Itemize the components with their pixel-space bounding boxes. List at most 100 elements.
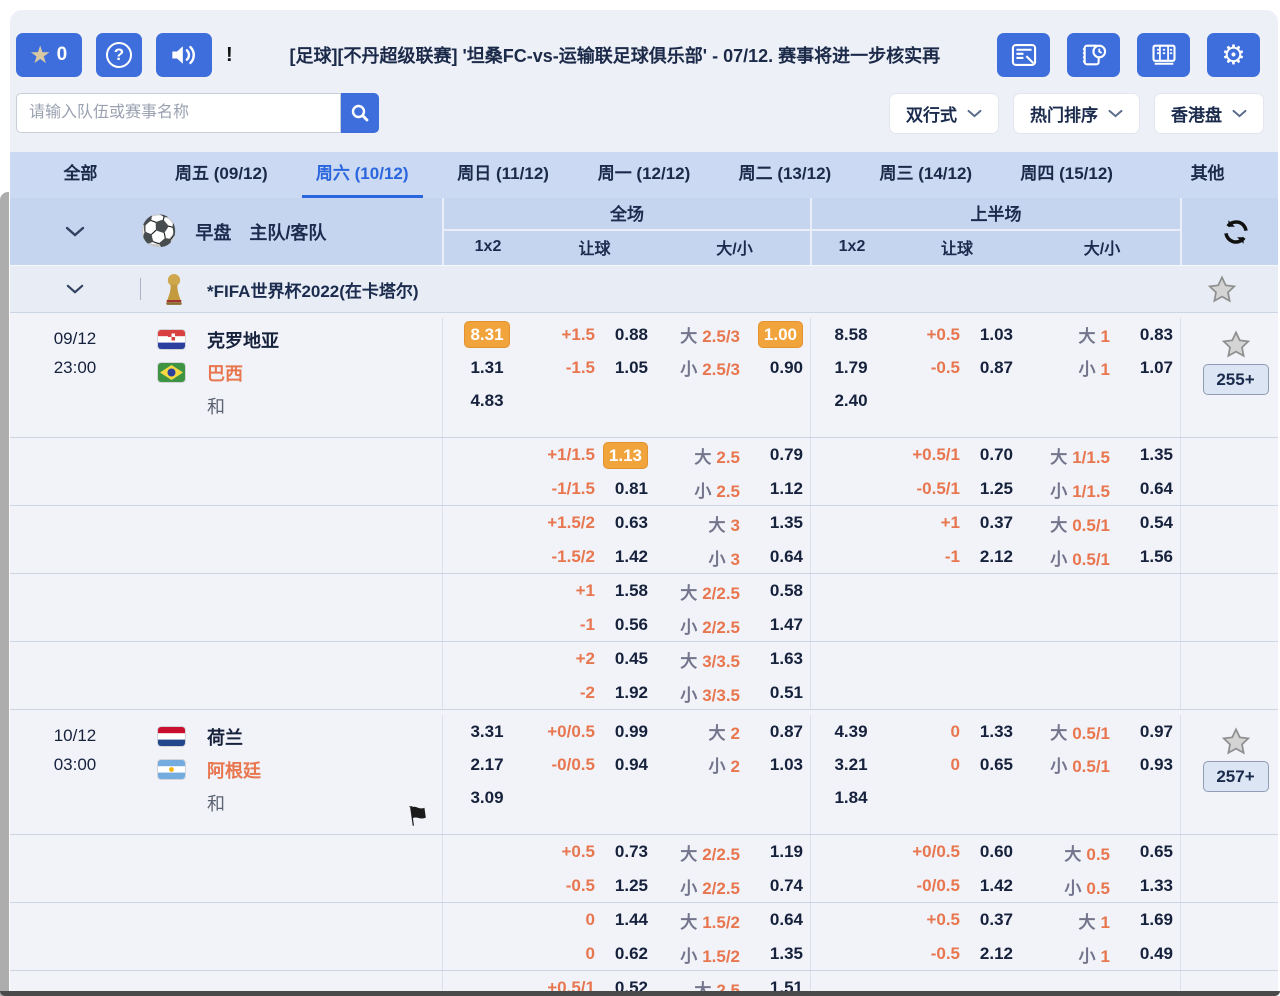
- full-handicap-odds[interactable]: 0.45: [601, 649, 656, 669]
- full-ou-odds[interactable]: 1.19: [746, 842, 811, 862]
- full-ou-odds[interactable]: 0.74: [746, 876, 811, 896]
- full-handicap-odds[interactable]: 1.42: [601, 547, 656, 567]
- full-handicap-odds[interactable]: 1.92: [601, 683, 656, 703]
- full-ou-odds[interactable]: 1.00: [746, 321, 811, 348]
- full-odds-1x2[interactable]: 1.31: [443, 358, 531, 378]
- full-handicap-odds[interactable]: 1.25: [601, 876, 656, 896]
- tab-8[interactable]: 其他: [1137, 152, 1278, 198]
- filter-dropdown-2[interactable]: 香港盘: [1154, 93, 1264, 134]
- half-odds-1x2[interactable]: 4.39: [811, 722, 891, 742]
- full-ou-odds[interactable]: 0.64: [746, 910, 811, 930]
- tab-3[interactable]: 周日 (11/12): [433, 152, 574, 198]
- half-handicap-odds[interactable]: 1.25: [966, 479, 1021, 499]
- full-ou-odds[interactable]: 0.64: [746, 547, 811, 567]
- half-odds-1x2[interactable]: 1.84: [811, 788, 891, 808]
- news-button[interactable]: [997, 33, 1050, 77]
- help-button[interactable]: ?: [96, 33, 142, 77]
- half-handicap-odds[interactable]: 2.12: [966, 944, 1021, 964]
- full-ou-odds[interactable]: 0.90: [746, 358, 811, 378]
- half-handicap-odds[interactable]: 0.37: [966, 910, 1021, 930]
- filter-dropdown-0[interactable]: 双行式: [889, 93, 999, 134]
- match-favorite-star-icon[interactable]: [1221, 330, 1251, 359]
- full-handicap-odds[interactable]: 0.62: [601, 944, 656, 964]
- half-ou-odds[interactable]: 0.49: [1116, 944, 1181, 964]
- full-ou-odds[interactable]: 1.35: [746, 944, 811, 964]
- half-odds-1x2[interactable]: 1.79: [811, 358, 891, 378]
- home-team[interactable]: 荷兰: [207, 724, 243, 750]
- tab-1[interactable]: 周五 (09/12): [151, 152, 292, 198]
- full-handicap-odds[interactable]: 1.58: [601, 581, 656, 601]
- half-odds-1x2[interactable]: 3.21: [811, 755, 891, 775]
- full-handicap-odds[interactable]: 0.94: [601, 755, 656, 775]
- half-ou-odds[interactable]: 1.35: [1116, 445, 1181, 465]
- half-odds-1x2[interactable]: 2.40: [811, 391, 891, 411]
- full-ou-odds[interactable]: 1.03: [746, 755, 811, 775]
- full-handicap-odds[interactable]: 1.05: [601, 358, 656, 378]
- settings-button[interactable]: ⚙: [1207, 33, 1260, 77]
- away-team[interactable]: 阿根廷: [207, 757, 261, 783]
- tab-0[interactable]: 全部: [10, 152, 151, 198]
- full-handicap-odds[interactable]: 1.44: [601, 910, 656, 930]
- half-handicap-odds[interactable]: 0.70: [966, 445, 1021, 465]
- tab-7[interactable]: 周四 (15/12): [996, 152, 1137, 198]
- sound-button[interactable]: [156, 33, 212, 77]
- tab-5[interactable]: 周二 (13/12): [714, 152, 855, 198]
- full-odds-1x2[interactable]: 3.09: [443, 788, 531, 808]
- half-ou-odds[interactable]: 1.07: [1116, 358, 1181, 378]
- full-handicap-odds[interactable]: 0.99: [601, 722, 656, 742]
- half-odds-1x2[interactable]: 8.58: [811, 325, 891, 345]
- full-handicap-odds[interactable]: 0.88: [601, 325, 656, 345]
- half-ou-odds[interactable]: 1.33: [1116, 876, 1181, 896]
- full-odds-1x2[interactable]: 8.31: [443, 321, 531, 348]
- league-favorite-star-icon[interactable]: [1207, 275, 1237, 304]
- refresh-icon[interactable]: [1220, 216, 1252, 248]
- scoreboard-button[interactable]: [1137, 33, 1190, 77]
- tab-2[interactable]: 周六 (10/12): [292, 152, 433, 198]
- more-markets-button[interactable]: 257+: [1203, 761, 1269, 792]
- league-collapse-chevron[interactable]: [10, 284, 140, 294]
- full-ou-odds[interactable]: 1.63: [746, 649, 811, 669]
- full-handicap-odds[interactable]: 0.73: [601, 842, 656, 862]
- half-handicap-odds[interactable]: 1.42: [966, 876, 1021, 896]
- half-ou-odds[interactable]: 0.83: [1116, 325, 1181, 345]
- collapse-all-chevron[interactable]: [10, 226, 140, 237]
- filter-dropdown-1[interactable]: 热门排序: [1013, 93, 1140, 134]
- full-ou-odds[interactable]: 1.35: [746, 513, 811, 533]
- half-ou-odds[interactable]: 0.65: [1116, 842, 1181, 862]
- full-handicap-odds[interactable]: 0.81: [601, 479, 656, 499]
- half-handicap-odds[interactable]: 2.12: [966, 547, 1021, 567]
- half-ou-odds[interactable]: 0.64: [1116, 479, 1181, 499]
- half-handicap-odds[interactable]: 0.60: [966, 842, 1021, 862]
- favorites-button[interactable]: ★ 0: [16, 33, 82, 77]
- full-ou-odds[interactable]: 0.58: [746, 581, 811, 601]
- half-handicap-odds[interactable]: 0.37: [966, 513, 1021, 533]
- half-ou-odds[interactable]: 0.97: [1116, 722, 1181, 742]
- away-team[interactable]: 巴西: [207, 360, 243, 386]
- full-odds-1x2[interactable]: 2.17: [443, 755, 531, 775]
- league-name[interactable]: *FIFA世界杯2022(在卡塔尔): [207, 277, 419, 302]
- full-handicap-odds[interactable]: 0.56: [601, 615, 656, 635]
- full-handicap-odds[interactable]: 0.63: [601, 513, 656, 533]
- match-favorite-star-icon[interactable]: [1221, 727, 1251, 756]
- full-ou-odds[interactable]: 0.87: [746, 722, 811, 742]
- half-handicap-odds[interactable]: 1.03: [966, 325, 1021, 345]
- half-ou-odds[interactable]: 1.69: [1116, 910, 1181, 930]
- search-input[interactable]: [16, 93, 341, 133]
- full-ou-odds[interactable]: 0.79: [746, 445, 811, 465]
- full-odds-1x2[interactable]: 4.83: [443, 391, 531, 411]
- full-ou-odds[interactable]: 1.12: [746, 479, 811, 499]
- home-team[interactable]: 克罗地亚: [207, 327, 279, 353]
- history-button[interactable]: [1067, 33, 1120, 77]
- half-handicap-odds[interactable]: 0.87: [966, 358, 1021, 378]
- half-handicap-odds[interactable]: 1.33: [966, 722, 1021, 742]
- full-ou-odds[interactable]: 0.51: [746, 683, 811, 703]
- more-markets-button[interactable]: 255+: [1203, 364, 1269, 395]
- half-handicap-odds[interactable]: 0.65: [966, 755, 1021, 775]
- search-button[interactable]: [341, 93, 379, 133]
- full-ou-odds[interactable]: 1.47: [746, 615, 811, 635]
- half-ou-odds[interactable]: 0.93: [1116, 755, 1181, 775]
- tab-4[interactable]: 周一 (12/12): [574, 152, 715, 198]
- half-ou-odds[interactable]: 1.56: [1116, 547, 1181, 567]
- full-handicap-odds[interactable]: 1.13: [601, 442, 656, 469]
- tab-6[interactable]: 周三 (14/12): [855, 152, 996, 198]
